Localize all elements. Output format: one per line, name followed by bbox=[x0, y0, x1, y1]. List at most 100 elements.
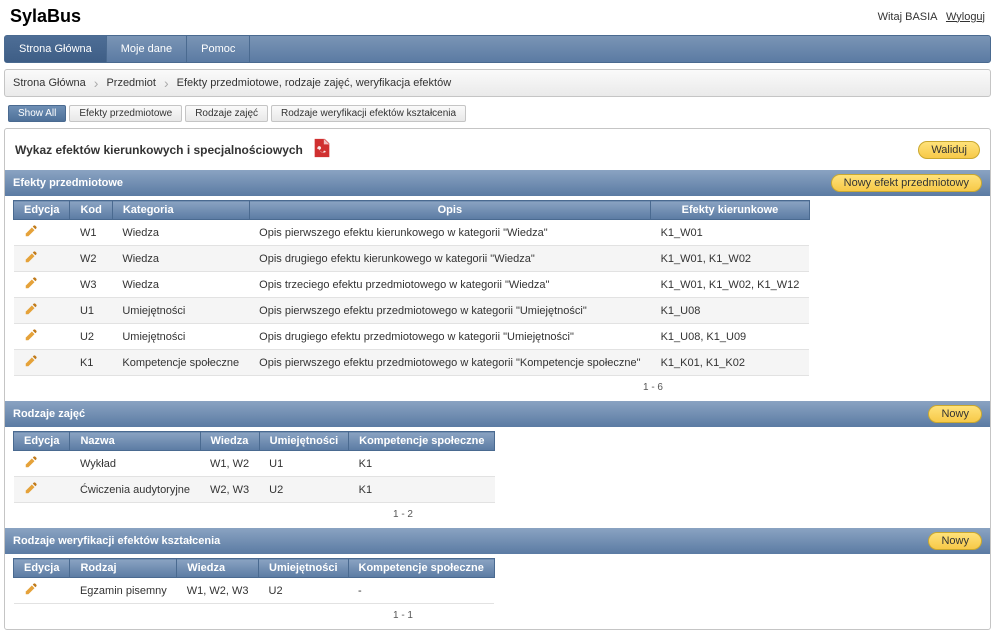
section-effects-header: Efekty przedmiotowe Nowy efekt przedmiot… bbox=[5, 170, 990, 196]
tab-classes[interactable]: Rodzaje zajęć bbox=[185, 105, 268, 122]
col-desc: Opis bbox=[249, 201, 650, 220]
edit-icon[interactable] bbox=[24, 354, 38, 368]
cell-name: Wykład bbox=[70, 451, 200, 477]
cell-dir: K1_W01, K1_W02 bbox=[651, 246, 810, 272]
nav-mydata[interactable]: Moje dane bbox=[107, 36, 187, 62]
cell-cat: Wiedza bbox=[112, 220, 249, 246]
cell-wiedza: W1, W2 bbox=[200, 451, 259, 477]
cell-komp: K1 bbox=[349, 451, 495, 477]
col-name: Nazwa bbox=[70, 432, 200, 451]
table-row: U1UmiejętnościOpis pierwszego efektu prz… bbox=[14, 298, 810, 324]
edit-icon[interactable] bbox=[24, 481, 38, 495]
cell-cat: Kompetencje społeczne bbox=[112, 350, 249, 376]
nav-home[interactable]: Strona Główna bbox=[5, 36, 107, 62]
breadcrumb-current: Efekty przedmiotowe, rodzaje zajęć, wery… bbox=[177, 77, 452, 89]
breadcrumb-home[interactable]: Strona Główna bbox=[13, 77, 86, 89]
edit-icon[interactable] bbox=[24, 224, 38, 238]
cell-cat: Wiedza bbox=[112, 246, 249, 272]
tab-effects[interactable]: Efekty przedmiotowe bbox=[69, 105, 182, 122]
cell-desc: Opis trzeciego efektu przedmiotowego w k… bbox=[249, 272, 650, 298]
cell-komp: - bbox=[348, 578, 494, 604]
col-um: Umiejętności bbox=[259, 432, 348, 451]
edit-icon[interactable] bbox=[24, 582, 38, 596]
cell-um: U1 bbox=[259, 451, 348, 477]
section-verify-title: Rodzaje weryfikacji efektów kształcenia bbox=[13, 535, 220, 547]
cell-code: W2 bbox=[70, 246, 112, 272]
classes-pager: 1 - 2 bbox=[5, 505, 425, 528]
tab-bar: Show All Efekty przedmiotowe Rodzaje zaj… bbox=[4, 103, 991, 124]
cell-um: U2 bbox=[259, 477, 348, 503]
cell-code: W1 bbox=[70, 220, 112, 246]
cell-name: Ćwiczenia audytoryjne bbox=[70, 477, 200, 503]
table-row: W1WiedzaOpis pierwszego efektu kierunkow… bbox=[14, 220, 810, 246]
cell-wiedza: W2, W3 bbox=[200, 477, 259, 503]
table-row: W3WiedzaOpis trzeciego efektu przedmioto… bbox=[14, 272, 810, 298]
table-row: U2UmiejętnościOpis drugiego efektu przed… bbox=[14, 324, 810, 350]
nav-help[interactable]: Pomoc bbox=[187, 36, 250, 62]
col-um: Umiejętności bbox=[259, 559, 348, 578]
logout-link[interactable]: Wyloguj bbox=[946, 11, 985, 23]
breadcrumb-subject[interactable]: Przedmiot bbox=[106, 77, 156, 89]
cell-komp: K1 bbox=[349, 477, 495, 503]
edit-icon[interactable] bbox=[24, 328, 38, 342]
table-row: Egzamin pisemnyW1, W2, W3U2- bbox=[14, 578, 495, 604]
cell-code: U2 bbox=[70, 324, 112, 350]
cell-desc: Opis pierwszego efektu kierunkowego w ka… bbox=[249, 220, 650, 246]
cell-code: K1 bbox=[70, 350, 112, 376]
cell-dir: K1_K01, K1_K02 bbox=[651, 350, 810, 376]
cell-um: U2 bbox=[259, 578, 348, 604]
edit-icon[interactable] bbox=[24, 302, 38, 316]
breadcrumb-sep: › bbox=[94, 75, 99, 91]
welcome-label: Witaj bbox=[878, 11, 902, 23]
section-classes-header: Rodzaje zajęć Nowy bbox=[5, 401, 990, 427]
col-cat: Kategoria bbox=[112, 201, 249, 220]
section-classes-title: Rodzaje zajęć bbox=[13, 408, 85, 420]
tab-show-all[interactable]: Show All bbox=[8, 105, 66, 122]
main-nav: Strona Główna Moje dane Pomoc bbox=[4, 35, 991, 63]
cell-desc: Opis pierwszego efektu przedmiotowego w … bbox=[249, 350, 650, 376]
cell-dir: K1_U08 bbox=[651, 298, 810, 324]
col-edit: Edycja bbox=[14, 559, 70, 578]
col-komp: Kompetencje społeczne bbox=[349, 432, 495, 451]
cell-code: U1 bbox=[70, 298, 112, 324]
edit-icon[interactable] bbox=[24, 250, 38, 264]
col-edit: Edycja bbox=[14, 432, 70, 451]
edit-icon[interactable] bbox=[24, 276, 38, 290]
cell-cat: Umiejętności bbox=[112, 298, 249, 324]
verify-pager: 1 - 1 bbox=[5, 606, 425, 629]
effects-pager: 1 - 6 bbox=[5, 378, 675, 401]
main-panel: Wykaz efektów kierunkowych i specjalnośc… bbox=[4, 128, 991, 630]
new-verify-button[interactable]: Nowy bbox=[928, 532, 982, 550]
cell-cat: Wiedza bbox=[112, 272, 249, 298]
breadcrumb: Strona Główna › Przedmiot › Efekty przed… bbox=[4, 69, 991, 97]
col-type: Rodzaj bbox=[70, 559, 177, 578]
cell-wiedza: W1, W2, W3 bbox=[177, 578, 259, 604]
user-name: BASIA bbox=[905, 11, 937, 23]
cell-cat: Umiejętności bbox=[112, 324, 249, 350]
cell-dir: K1_U08, K1_U09 bbox=[651, 324, 810, 350]
edit-icon[interactable] bbox=[24, 455, 38, 469]
verify-table: Edycja Rodzaj Wiedza Umiejętności Kompet… bbox=[13, 558, 495, 604]
col-komp: Kompetencje społeczne bbox=[348, 559, 494, 578]
cell-desc: Opis drugiego efektu kierunkowego w kate… bbox=[249, 246, 650, 272]
cell-dir: K1_W01 bbox=[651, 220, 810, 246]
validate-button[interactable]: Waliduj bbox=[918, 141, 980, 159]
cell-desc: Opis pierwszego efektu przedmiotowego w … bbox=[249, 298, 650, 324]
table-row: W2WiedzaOpis drugiego efektu kierunkoweg… bbox=[14, 246, 810, 272]
cell-code: W3 bbox=[70, 272, 112, 298]
col-wiedza: Wiedza bbox=[177, 559, 259, 578]
cell-type: Egzamin pisemny bbox=[70, 578, 177, 604]
pdf-icon[interactable] bbox=[311, 137, 333, 162]
cell-dir: K1_W01, K1_W02, K1_W12 bbox=[651, 272, 810, 298]
cell-desc: Opis drugiego efektu przedmiotowego w ka… bbox=[249, 324, 650, 350]
table-row: Ćwiczenia audytoryjneW2, W3U2K1 bbox=[14, 477, 495, 503]
new-class-button[interactable]: Nowy bbox=[928, 405, 982, 423]
section-effects-title: Efekty przedmiotowe bbox=[13, 177, 123, 189]
col-dir: Efekty kierunkowe bbox=[651, 201, 810, 220]
new-effect-button[interactable]: Nowy efekt przedmiotowy bbox=[831, 174, 982, 192]
user-info: Witaj BASIA Wyloguj bbox=[878, 11, 985, 23]
classes-table: Edycja Nazwa Wiedza Umiejętności Kompete… bbox=[13, 431, 495, 503]
tab-verification[interactable]: Rodzaje weryfikacji efektów kształcenia bbox=[271, 105, 466, 122]
table-row: K1Kompetencje społeczneOpis pierwszego e… bbox=[14, 350, 810, 376]
breadcrumb-sep: › bbox=[164, 75, 169, 91]
